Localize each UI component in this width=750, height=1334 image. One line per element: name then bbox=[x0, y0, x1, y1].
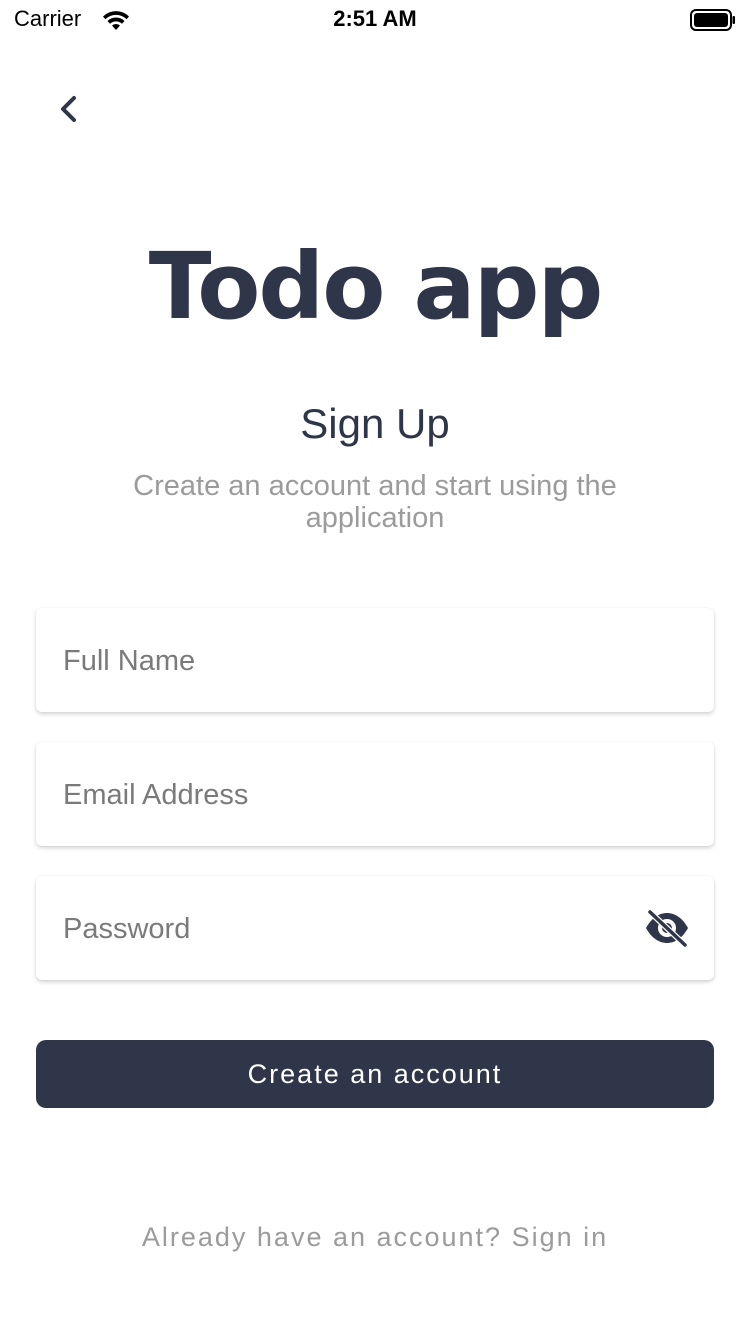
status-bar: Carrier 2:51 AM bbox=[0, 0, 750, 40]
back-button[interactable] bbox=[46, 86, 92, 132]
status-time: 2:51 AM bbox=[333, 6, 417, 31]
battery-icon bbox=[690, 9, 735, 31]
eye-off-icon[interactable] bbox=[644, 909, 690, 947]
sign-in-link[interactable]: Already have an account? Sign in bbox=[0, 1222, 750, 1253]
full-name-input[interactable] bbox=[61, 608, 625, 714]
email-input[interactable] bbox=[61, 742, 625, 848]
email-field[interactable] bbox=[36, 742, 714, 848]
page-title: Sign Up bbox=[300, 400, 450, 447]
full-name-field[interactable] bbox=[36, 608, 714, 714]
app-logo: Todo app bbox=[148, 233, 604, 340]
chevron-left-icon bbox=[61, 96, 76, 122]
password-field[interactable] bbox=[36, 876, 714, 982]
page-subtitle: Create an account and start using the ap… bbox=[133, 470, 617, 534]
password-input[interactable] bbox=[61, 876, 625, 982]
create-account-button[interactable]: Create an account bbox=[36, 1040, 714, 1108]
